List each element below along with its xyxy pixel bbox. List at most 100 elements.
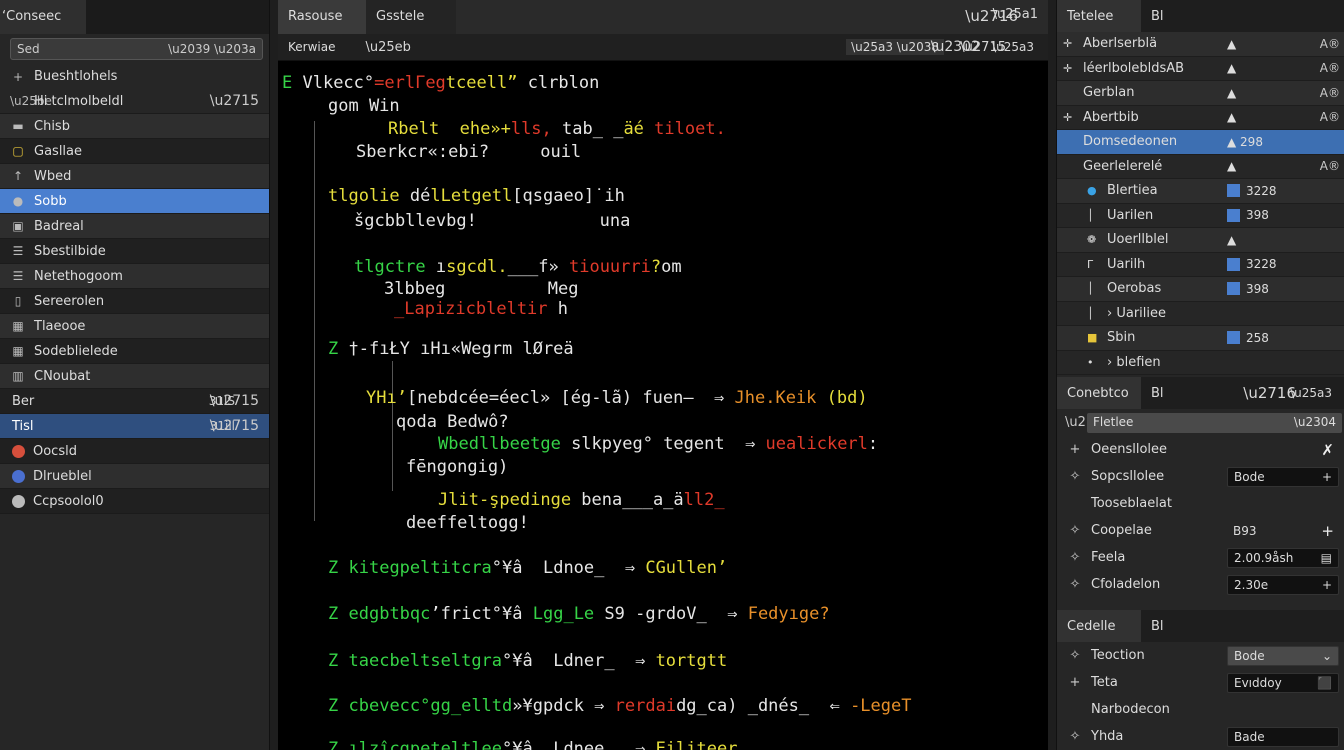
- tree-item-label: Gasllae: [34, 143, 83, 159]
- code-token: gom Win: [328, 96, 400, 116]
- hierarchy-row[interactable]: ✛ léerlbolebldsAB ▲ A®: [1057, 57, 1344, 81]
- code-token: qoda Bedwô?: [396, 412, 509, 432]
- property-icon: +: [1069, 442, 1081, 457]
- hierarchy-row[interactable]: Domsedeonen ▲ 298: [1057, 130, 1344, 155]
- code-token: Wbedllbeetge: [438, 434, 561, 454]
- maximize-icon[interactable]: \u25a1: [993, 7, 1038, 22]
- property-action-icon[interactable]: +: [1321, 522, 1334, 540]
- tree-item[interactable]: ● Sobb: [0, 189, 269, 214]
- code-token: fēngongig): [406, 457, 509, 477]
- group-item[interactable]: Ccpsoolol0: [0, 489, 269, 514]
- tree-item[interactable]: ☰ Netethogoom: [0, 264, 269, 289]
- property-field[interactable]: Bade: [1227, 726, 1339, 747]
- code-token: lls,: [510, 119, 552, 139]
- code-line: YHı’[nebdcée=éecl» [ég-lã) fuen— ⇒ Jhe.K…: [366, 388, 868, 408]
- tree-item[interactable]: ▣ Badreal: [0, 214, 269, 239]
- group-tisl[interactable]: Tisl 31iil \u2715: [0, 414, 269, 439]
- property-icon: ✧: [1069, 577, 1081, 592]
- panel-icon[interactable]: \u25a3: [1290, 386, 1332, 400]
- tree-item[interactable]: ↑ Wbed: [0, 164, 269, 189]
- tree-item[interactable]: ☰ Sbestilbide: [0, 239, 269, 264]
- hierarchy-row[interactable]: │ Oerobas 398: [1057, 277, 1344, 302]
- code-token: Z: [328, 604, 339, 624]
- close-icon[interactable]: \u2715: [210, 93, 259, 109]
- close-icon[interactable]: \u2715: [210, 418, 259, 434]
- tab-conebtco[interactable]: Conebtco: [1057, 377, 1141, 409]
- hierarchy-row[interactable]: Geerlelerelé ▲ A®: [1057, 155, 1344, 179]
- hierarchy-row[interactable]: ● Blertiea 3228: [1057, 179, 1344, 204]
- tree-item[interactable]: ▬ Chisb: [0, 114, 269, 139]
- hierarchy-row[interactable]: ■ Sbin 258: [1057, 326, 1344, 351]
- section-header[interactable]: \u25be Hi tclmolbeldl \u2715: [0, 89, 269, 114]
- code-area[interactable]: E Vlkecc°=erlΓegtceell” clrblon gom Win Rb…: [278, 61, 1048, 750]
- field-action-icon[interactable]: +: [1322, 578, 1332, 592]
- hierarchy-value: 258: [1227, 331, 1269, 345]
- code-token: E: [282, 73, 303, 93]
- hierarchy-value: ▲: [1227, 86, 1236, 100]
- tab-bl-3[interactable]: Bl: [1141, 610, 1174, 642]
- property-field[interactable]: Bode ⌄: [1227, 645, 1339, 666]
- code-token: kitegpeltitcra: [348, 558, 492, 578]
- tree-item[interactable]: ▢ Gasllae: [0, 139, 269, 164]
- property-field[interactable]: Bode +: [1227, 466, 1339, 487]
- tab-tetelee[interactable]: Tetelee: [1057, 0, 1141, 32]
- close-x-icon[interactable]: \u2716: [1243, 384, 1296, 402]
- code-token: Rbelt ehe»+: [388, 119, 511, 139]
- property-field[interactable]: Evıddoy ⬛: [1227, 672, 1339, 693]
- code-token: YHı’: [366, 388, 407, 408]
- group-ber[interactable]: Ber 31lS \u2715: [0, 389, 269, 414]
- group-item-label: Dlrueblel: [33, 468, 92, 484]
- hierarchy-row[interactable]: │ Uarilen 398: [1057, 204, 1344, 228]
- tab-console[interactable]: ‘Conseec: [0, 0, 86, 34]
- property-field[interactable]: 2.00.9åsh ▤: [1227, 547, 1339, 568]
- code-token: ı: [425, 257, 447, 277]
- close-icon[interactable]: \u2715: [210, 393, 259, 409]
- props-search-input[interactable]: Fletlee \u2304: [1087, 412, 1342, 433]
- plus-icon: +: [12, 69, 24, 84]
- search-input[interactable]: Sed \u2039 \u203a: [10, 38, 263, 60]
- hierarchy-list: ✛ Aberlserblä ▲ A® ✛ léerlbolebldsAB ▲ A® Gerbla…: [1057, 32, 1344, 375]
- code-token: dé: [399, 186, 431, 206]
- left-item-list: ▬ Chisb ▢ Gasllae ↑ Wbed ● Sobb ▣ Badreal ☰ Sbestil…: [0, 114, 269, 389]
- hierarchy-label: léerlbolebldsAB: [1083, 60, 1185, 76]
- hierarchy-row[interactable]: │ › Uariliee: [1057, 302, 1344, 326]
- hierarchy-row[interactable]: ✛ Abertbib ▲ A®: [1057, 106, 1344, 130]
- tab-bl-2[interactable]: Bl: [1141, 377, 1174, 409]
- hierarchy-row[interactable]: Γ Uarilh 3228: [1057, 253, 1344, 277]
- hierarchy-row[interactable]: • › blefien: [1057, 351, 1344, 375]
- hierarchy-row[interactable]: ❁ Uoerllblel ▲: [1057, 228, 1344, 253]
- property-row: ✧ Cfoladelon 2.30e +: [1057, 571, 1344, 598]
- code-token: Z: [328, 651, 339, 671]
- field-action-icon[interactable]: ▤: [1321, 551, 1332, 565]
- tab-bl[interactable]: Bl: [1141, 0, 1174, 32]
- group-item-label: Oocsld: [33, 443, 77, 459]
- tree-item[interactable]: ▦ Tlaeooe: [0, 314, 269, 339]
- tree-node-icon: ■: [1087, 331, 1098, 345]
- property-field[interactable]: 2.30e +: [1227, 574, 1339, 595]
- property-value: B93: [1233, 523, 1257, 538]
- group-item[interactable]: Oocsld: [0, 439, 269, 464]
- property-action-icon[interactable]: ✗: [1321, 441, 1334, 459]
- indent-guide: [392, 361, 393, 491]
- tab-cedelle[interactable]: Cedelle: [1057, 610, 1141, 642]
- code-token: [nebdcée: [406, 388, 489, 408]
- hierarchy-row[interactable]: Gerblan ▲ A®: [1057, 81, 1344, 106]
- tree-root[interactable]: + Bueshtlohels: [0, 64, 269, 89]
- tree-item[interactable]: ▥ CNoubat: [0, 364, 269, 389]
- file-icon: ▢: [12, 144, 24, 158]
- group-item[interactable]: Dlrueblel: [0, 464, 269, 489]
- tab-rasouse[interactable]: Rasouse: [278, 0, 366, 34]
- field-action-icon[interactable]: +: [1322, 470, 1332, 484]
- tree-item[interactable]: ▦ Sodeblielede: [0, 339, 269, 364]
- code-line: 3lbbeg Meg: [384, 279, 578, 299]
- tree-item[interactable]: ▯ Sereerolen: [0, 289, 269, 314]
- hierarchy-row[interactable]: ✛ Aberlserblä ▲ A®: [1057, 32, 1344, 57]
- tab-gsstele[interactable]: Gsstele: [366, 0, 456, 34]
- hierarchy-label: Geerlelerelé: [1083, 158, 1163, 174]
- media-controls-icon[interactable]: \u25a3 \u2038: [846, 39, 944, 55]
- bottom-properties-list: ✧ Teoction Bode ⌄ + Teta Evıddoy ⬛ Narbodecon ✧ Yh…: [1057, 642, 1344, 750]
- panel-icon[interactable]: \u25eb: [365, 40, 410, 55]
- panel-toggle-icon[interactable]: \u25a3: [992, 40, 1034, 54]
- code-line: Wbedllbeetge slkpyeg° tegent ⇒ uealicker…: [438, 434, 878, 454]
- field-action-icon[interactable]: ⬛: [1317, 676, 1332, 690]
